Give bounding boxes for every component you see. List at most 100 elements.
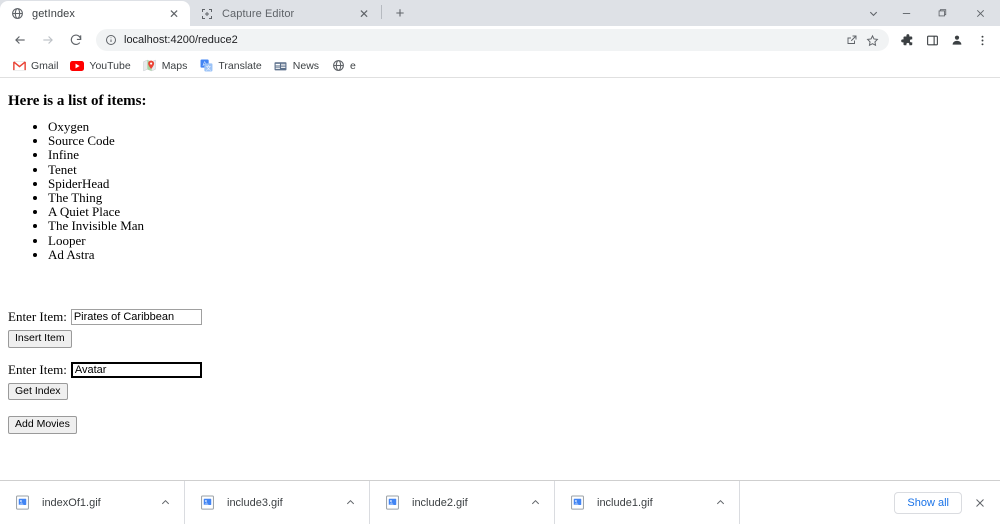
bookmark-label: News — [292, 59, 320, 72]
bookmark-label: YouTube — [89, 59, 131, 72]
globe-icon — [10, 7, 24, 21]
capture-icon — [200, 7, 214, 21]
minimize-icon[interactable] — [888, 0, 924, 26]
file-icon — [569, 495, 585, 511]
gmail-icon — [12, 59, 26, 73]
close-icon[interactable]: ✕ — [166, 6, 182, 22]
page-viewport: Here is a list of items: Oxygen Source C… — [0, 78, 1000, 480]
extensions-icon[interactable] — [895, 28, 919, 52]
add-movies-button[interactable]: Add Movies — [8, 416, 77, 434]
tab-getindex[interactable]: getIndex ✕ — [0, 1, 190, 26]
browser-toolbar: localhost:4200/reduce2 — [0, 26, 1000, 54]
bookmark-e[interactable]: e — [325, 56, 362, 76]
download-filename: include3.gif — [227, 496, 283, 509]
list-item: The Invisible Man — [48, 219, 992, 233]
bookmark-news[interactable]: News — [268, 56, 325, 76]
tab-search-icon[interactable] — [858, 0, 888, 26]
bookmark-translate[interactable]: A 文 Translate — [193, 56, 267, 76]
file-icon — [14, 495, 30, 511]
list-item: Infine — [48, 148, 992, 162]
get-index-input[interactable] — [70, 361, 202, 378]
get-index-row: Enter Item: — [8, 361, 992, 378]
close-icon[interactable]: ✕ — [356, 6, 372, 22]
share-icon[interactable] — [843, 31, 861, 49]
chrome-menu-icon[interactable] — [970, 28, 994, 52]
globe-icon — [331, 59, 345, 73]
list-item: Looper — [48, 233, 992, 248]
profile-avatar[interactable] — [945, 28, 969, 52]
list-item: SpiderHead — [48, 176, 992, 191]
download-item[interactable]: include2.gif — [370, 480, 555, 524]
page-title: Here is a list of items: — [8, 93, 147, 109]
list-item: Oxygen — [48, 119, 992, 134]
tab-title: getIndex — [32, 7, 76, 20]
chevron-up-icon[interactable] — [707, 490, 733, 516]
address-bar[interactable]: localhost:4200/reduce2 — [96, 29, 889, 51]
list-item: Ad Astra — [48, 247, 992, 262]
url-text: localhost:4200/reduce2 — [124, 34, 238, 46]
insert-item-row: Enter Item: — [8, 309, 992, 326]
download-item[interactable]: include3.gif — [185, 480, 370, 524]
bookmark-star-icon[interactable] — [863, 31, 881, 49]
list-item: The Thing — [48, 190, 992, 205]
omnibox-actions — [843, 31, 881, 49]
bookmarks-bar: Gmail YouTube Maps 文 Translate News e — [0, 54, 1000, 78]
tab-title: Capture Editor — [222, 7, 295, 20]
new-tab-button[interactable]: + — [387, 1, 413, 25]
get-index-label: Enter Item: — [8, 361, 67, 377]
list-item: A Quiet Place — [48, 205, 992, 219]
page-content: Here is a list of items: Oxygen Source C… — [0, 78, 1000, 434]
bookmark-maps[interactable]: Maps — [137, 56, 194, 76]
news-icon — [274, 59, 288, 73]
chevron-up-icon[interactable] — [522, 490, 548, 516]
insert-item-input[interactable] — [70, 309, 202, 326]
bookmark-youtube[interactable]: YouTube — [64, 56, 136, 76]
get-index-button[interactable]: Get Index — [8, 382, 68, 401]
close-window-icon[interactable] — [960, 0, 1000, 26]
get-index-button-row: Get Index — [8, 381, 992, 401]
list-item: Source Code — [48, 134, 992, 148]
shelf-actions: Show all — [894, 491, 1000, 515]
maximize-icon[interactable] — [924, 0, 960, 26]
insert-item-button[interactable]: Insert Item — [8, 330, 72, 348]
close-shelf-icon[interactable] — [968, 491, 992, 515]
list-item: Tenet — [48, 162, 992, 177]
tab-strip: getIndex ✕ Capture Editor ✕ + — [0, 0, 1000, 26]
add-movies-row: Add Movies — [8, 414, 992, 434]
get-index-form: Enter Item: Get Index — [8, 361, 992, 401]
tab-separator — [381, 4, 382, 19]
insert-item-button-row: Insert Item — [8, 328, 992, 348]
bookmark-label: Maps — [161, 59, 188, 72]
download-filename: include1.gif — [597, 496, 653, 509]
show-all-downloads-button[interactable]: Show all — [894, 491, 962, 514]
downloads-shelf: indexOf1.gif include3.gif include2.gif i… — [0, 480, 1000, 524]
bookmark-label: Gmail — [31, 59, 59, 72]
tab-capture-editor[interactable]: Capture Editor ✕ — [190, 1, 380, 26]
chevron-up-icon[interactable] — [152, 490, 178, 516]
youtube-icon — [70, 59, 85, 73]
insert-item-label: Enter Item: — [8, 309, 67, 325]
side-panel-icon[interactable] — [920, 28, 944, 52]
download-item[interactable]: include1.gif — [555, 480, 740, 524]
download-filename: indexOf1.gif — [42, 496, 101, 509]
toolbar-right-actions — [895, 28, 994, 52]
file-icon — [384, 495, 400, 511]
items-list: Oxygen Source Code Infine Tenet SpiderHe… — [8, 119, 992, 262]
window-controls — [858, 0, 1000, 26]
back-icon[interactable] — [6, 28, 34, 52]
file-icon — [199, 495, 215, 511]
bookmark-gmail[interactable]: Gmail — [6, 56, 64, 76]
chevron-up-icon[interactable] — [337, 490, 363, 516]
forward-icon[interactable] — [34, 28, 62, 52]
reload-icon[interactable] — [62, 28, 90, 52]
maps-icon — [143, 59, 157, 73]
site-info-icon[interactable] — [104, 33, 118, 47]
translate-icon: A 文 — [199, 59, 213, 73]
download-item[interactable]: indexOf1.gif — [0, 480, 185, 524]
bookmark-label: Translate — [218, 59, 262, 72]
bookmark-label: e — [350, 59, 356, 72]
browser-window: getIndex ✕ Capture Editor ✕ + localhost:… — [0, 0, 1000, 524]
